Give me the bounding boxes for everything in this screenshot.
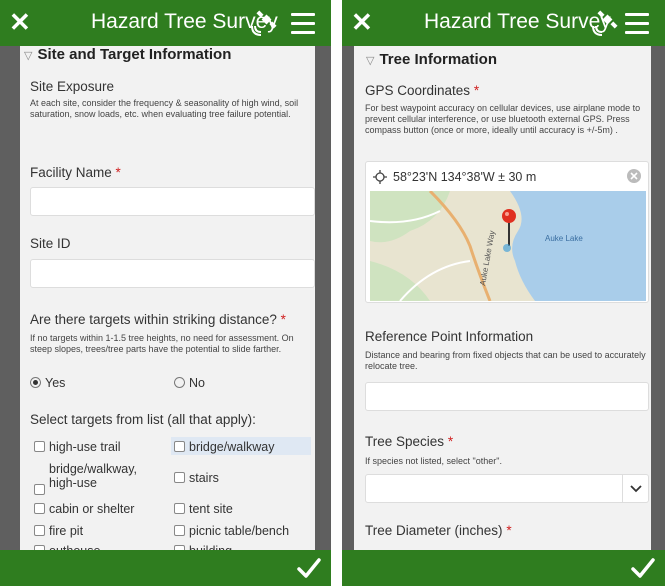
checkbox-stairs[interactable]: stairs <box>174 471 219 485</box>
facility-name-input[interactable] <box>30 187 315 216</box>
form-panel: ▽ Tree Information GPS Coordinates * For … <box>354 46 651 550</box>
locate-icon[interactable] <box>373 170 387 184</box>
section-header-tree[interactable]: ▽ Tree Information <box>366 51 497 68</box>
site-exposure-label: Site Exposure <box>30 79 115 94</box>
location-map[interactable]: Auke Lake Way Auke Lake <box>370 191 646 301</box>
site-id-input[interactable] <box>30 259 315 288</box>
reference-point-hint: Distance and bearing from fixed objects … <box>365 350 646 371</box>
checkmark-icon[interactable] <box>630 555 656 581</box>
tree-diameter-label: Tree Diameter (inches) * <box>365 523 512 538</box>
satellite-icon[interactable] <box>592 10 618 36</box>
menu-icon[interactable] <box>625 13 649 34</box>
gps-card[interactable]: 58°23'N 134°38'W ± 30 m Auke Lake Way Au… <box>365 161 649 303</box>
checkbox-bridge-walkway-high-use[interactable]: bridge/walkway, high-use <box>34 462 137 495</box>
gps-label: GPS Coordinates * <box>365 83 480 98</box>
site-exposure-hint: At each site, consider the frequency & s… <box>30 98 299 119</box>
reference-point-label: Reference Point Information <box>365 329 534 344</box>
site-id-label: Site ID <box>30 236 71 251</box>
facility-name-label: Facility Name * <box>30 165 121 180</box>
radio-selected-icon <box>30 377 41 388</box>
gps-value: 58°23'N 134°38'W ± 30 m <box>393 170 537 184</box>
close-icon[interactable]: ✕ <box>9 8 33 36</box>
app-header: ✕ Hazard Tree Survey <box>0 0 331 46</box>
app-title: Hazard Tree Survey <box>424 10 611 33</box>
targets-question-hint: If no targets within 1-1.5 tree heights,… <box>30 333 294 354</box>
right-screen: ✕ Hazard Tree Survey ▽ Tree Information G… <box>342 0 665 586</box>
checkbox-high-use-trail[interactable]: high-use trail <box>34 440 121 454</box>
tree-species-hint: If species not listed, select "other". <box>365 456 502 466</box>
tree-species-label: Tree Species * <box>365 434 454 449</box>
radio-unselected-icon <box>174 377 185 388</box>
collapse-icon: ▽ <box>366 55 375 67</box>
menu-icon[interactable] <box>291 13 315 34</box>
close-icon[interactable]: ✕ <box>351 8 375 36</box>
satellite-icon[interactable] <box>251 10 277 36</box>
section-title: Tree Information <box>379 51 497 68</box>
checkbox-bridge-walkway[interactable]: bridge/walkway <box>171 437 311 455</box>
gps-hint: For best waypoint accuracy on cellular d… <box>365 103 641 135</box>
map-lake-label: Auke Lake <box>545 234 583 243</box>
section-header-site[interactable]: ▽ Site and Target Information <box>24 46 231 63</box>
targets-list-label: Select targets from list (all that apply… <box>30 412 256 427</box>
targets-question-label: Are there targets within striking distan… <box>30 312 286 327</box>
form-panel: ▽ Site and Target Information Site Exposu… <box>20 46 315 550</box>
radio-no[interactable]: No <box>174 376 205 390</box>
collapse-icon: ▽ <box>24 50 33 62</box>
section-title: Site and Target Information <box>37 46 232 63</box>
app-footer <box>0 550 331 586</box>
clear-icon[interactable] <box>626 168 642 184</box>
left-screen: ✕ Hazard Tree Survey ▽ Site and Target In… <box>0 0 331 586</box>
tree-species-select[interactable] <box>365 474 649 503</box>
app-header: ✕ Hazard Tree Survey <box>342 0 665 46</box>
checkbox-picnic-table-bench[interactable]: picnic table/bench <box>174 524 289 538</box>
checkbox-cabin-or-shelter[interactable]: cabin or shelter <box>34 502 134 516</box>
chevron-down-icon[interactable] <box>622 475 648 502</box>
reference-point-input[interactable] <box>365 382 649 411</box>
app-title: Hazard Tree Survey <box>91 10 278 33</box>
checkmark-icon[interactable] <box>296 555 322 581</box>
checkbox-fire-pit[interactable]: fire pit <box>34 524 83 538</box>
radio-yes[interactable]: Yes <box>30 376 65 390</box>
app-footer <box>342 550 665 586</box>
checkbox-tent-site[interactable]: tent site <box>174 502 233 516</box>
